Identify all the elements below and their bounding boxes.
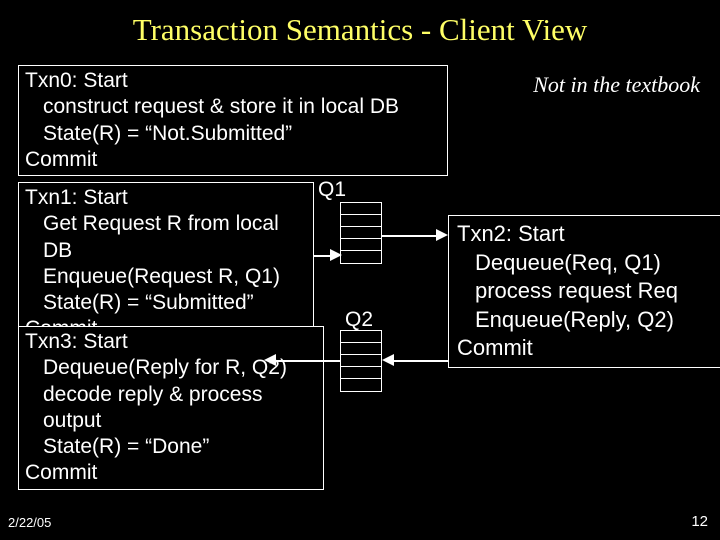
arrow-q2-txn3-head bbox=[264, 354, 276, 366]
txn1-line4: State(R) = “Submitted” bbox=[25, 290, 307, 316]
txn2-line5: Commit bbox=[457, 335, 533, 360]
q2-label: Q2 bbox=[345, 308, 373, 332]
arrow-q1-txn2-head bbox=[436, 229, 448, 241]
txn0-line3: State(R) = “Not.Submitted” bbox=[25, 121, 441, 147]
arrow-txn1-q1-head bbox=[330, 249, 342, 261]
txn1-line2: Get Request R from local DB bbox=[25, 211, 307, 264]
txn3-box: Txn3: Start Dequeue(Reply for R, Q2) dec… bbox=[18, 326, 324, 490]
txn3-line1: Txn3: Start bbox=[25, 330, 128, 353]
footer-page-number: 12 bbox=[691, 513, 708, 530]
txn2-line2: Dequeue(Req, Q1) bbox=[457, 249, 719, 278]
txn0-line2: construct request & store it in local DB bbox=[25, 94, 441, 120]
txn3-line5: Commit bbox=[25, 461, 97, 484]
arrow-q2-txn3 bbox=[275, 360, 340, 362]
txn2-line3: process request Req bbox=[457, 277, 719, 306]
txn0-line4: Commit bbox=[25, 148, 97, 171]
footer-date: 2/22/05 bbox=[8, 515, 51, 530]
txn2-line4: Enqueue(Reply, Q2) bbox=[457, 306, 719, 335]
arrow-q1-txn2 bbox=[382, 235, 438, 237]
txn1-line1: Txn1: Start bbox=[25, 186, 128, 209]
q1-queue-icon bbox=[340, 202, 382, 264]
arrow-txn2-q2-head bbox=[382, 354, 394, 366]
q2-queue-icon bbox=[340, 330, 382, 392]
q1-label: Q1 bbox=[318, 178, 346, 202]
txn0-box: Txn0: Start construct request & store it… bbox=[18, 65, 448, 176]
textbook-note: Not in the textbook bbox=[533, 72, 700, 98]
txn0-line1: Txn0: Start bbox=[25, 69, 128, 92]
slide-title: Transaction Semantics - Client View bbox=[0, 0, 720, 48]
txn2-box: Txn2: Start Dequeue(Req, Q1) process req… bbox=[448, 215, 720, 368]
arrow-txn2-q2 bbox=[394, 360, 448, 362]
txn2-line1: Txn2: Start bbox=[457, 221, 565, 246]
txn1-box: Txn1: Start Get Request R from local DB … bbox=[18, 182, 314, 346]
txn1-line3: Enqueue(Request R, Q1) bbox=[25, 264, 307, 290]
txn3-line3: decode reply & process output bbox=[25, 382, 317, 435]
txn3-line4: State(R) = “Done” bbox=[25, 434, 317, 460]
